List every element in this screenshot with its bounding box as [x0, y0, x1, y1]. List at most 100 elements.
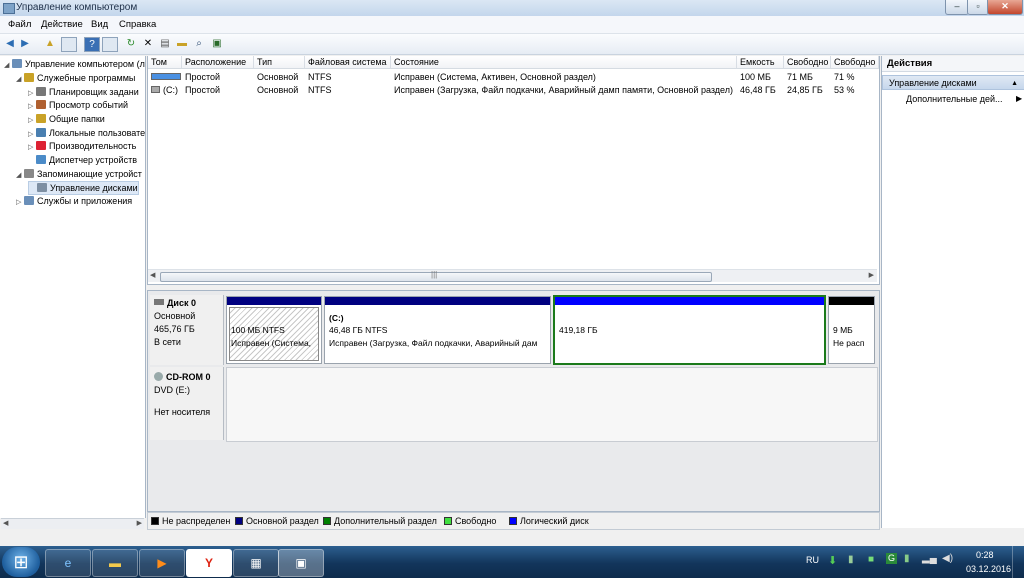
- show-desktop-button[interactable]: [1012, 546, 1024, 578]
- partition-status: Исправен (Система,: [231, 338, 312, 348]
- back-arrow-icon[interactable]: ◀: [3, 37, 17, 50]
- close-button[interactable]: ✕: [987, 0, 1023, 15]
- column-header[interactable]: Том: [148, 56, 182, 69]
- volume-icon: [151, 86, 160, 93]
- internet-explorer-icon[interactable]: e: [45, 549, 91, 577]
- explorer-folder-icon[interactable]: ▬: [92, 549, 138, 577]
- tree-item[interactable]: ▷ Планировщик задани: [28, 86, 139, 98]
- disk-0-type: Основной: [154, 311, 196, 321]
- forward-arrow-icon[interactable]: ▶: [18, 37, 32, 50]
- scroll-right-icon[interactable]: ▶: [869, 271, 874, 279]
- legend-item: Свободно: [444, 516, 496, 526]
- table-cell: Исправен (Система, Активен, Основной раз…: [394, 72, 596, 82]
- tree-item[interactable]: ▷ Производительность: [28, 140, 136, 152]
- network-signal-icon[interactable]: ▮: [848, 554, 854, 565]
- scroll-left-icon[interactable]: ◀: [3, 519, 8, 527]
- clock-date[interactable]: 03.12.2016: [966, 564, 1011, 574]
- tree-item-label: Службы и приложения: [37, 196, 133, 206]
- yandex-browser-icon[interactable]: Y: [186, 549, 232, 577]
- g-tray-icon[interactable]: G: [886, 553, 897, 564]
- expander-icon[interactable]: ◢: [16, 74, 24, 86]
- actions-header: Действия: [882, 56, 1024, 72]
- menu-file[interactable]: Файл: [8, 19, 31, 30]
- cdrom-empty-area: [226, 367, 878, 442]
- column-header[interactable]: Расположение: [182, 56, 254, 69]
- show-hide-tree-icon[interactable]: [61, 37, 77, 52]
- menu-view[interactable]: Вид: [91, 19, 108, 30]
- volume-icon[interactable]: ◀): [942, 553, 953, 564]
- tree-item-label: Общие папки: [49, 114, 105, 124]
- column-header[interactable]: Емкость: [737, 56, 784, 69]
- disk-icon[interactable]: ▣: [210, 37, 224, 50]
- media-player-icon[interactable]: ▶: [139, 549, 185, 577]
- tree-item[interactable]: ▷ Общие папки: [28, 113, 105, 125]
- tree-item[interactable]: ◢ Служебные программы: [16, 72, 135, 84]
- table-cell: 53 %: [834, 85, 855, 95]
- refresh-icon[interactable]: ↻: [124, 37, 138, 50]
- cdrom-status: Нет носителя: [154, 407, 211, 417]
- column-header[interactable]: Состояние: [391, 56, 737, 69]
- scrollbar-thumb[interactable]: |||: [160, 270, 712, 282]
- tree-item[interactable]: ▷ Просмотр событий: [28, 99, 128, 111]
- computer-management-task-icon[interactable]: ▣: [278, 549, 324, 577]
- volume-list-horizontal-scrollbar[interactable]: ◀ ||| ▶: [148, 269, 877, 282]
- tree-item[interactable]: Управление дисками: [28, 181, 139, 195]
- network-icon[interactable]: ▮: [904, 553, 910, 564]
- signal-bars-icon[interactable]: ▂▄: [922, 553, 937, 564]
- show-hide-action-pane-icon[interactable]: [102, 37, 118, 52]
- menu-help[interactable]: Справка: [119, 19, 156, 30]
- expander-icon[interactable]: ▷: [28, 142, 36, 154]
- tree-item[interactable]: ◢ Запоминающие устройст: [16, 168, 142, 180]
- minimize-button[interactable]: –: [945, 0, 969, 15]
- disk-0-info[interactable]: Диск 0 Основной 465,76 ГБ В сети: [150, 295, 224, 365]
- partition-c-drive[interactable]: (C:) 46,48 ГБ NTFS Исправен (Загрузка, Ф…: [324, 296, 551, 364]
- download-arrow-icon[interactable]: ⬇: [828, 554, 837, 567]
- disk-map: Диск 0 Основной 465,76 ГБ В сети 100 МБ …: [147, 290, 880, 512]
- tree-node-icon: [36, 100, 46, 109]
- help-icon[interactable]: ?: [84, 37, 100, 52]
- column-header[interactable]: Тип: [254, 56, 305, 69]
- more-actions-item[interactable]: Дополнительные дей... ▶: [906, 94, 1022, 104]
- tree-node-icon: [36, 141, 46, 150]
- legend-swatch: [509, 517, 517, 525]
- control-panel-icon[interactable]: ▦: [233, 549, 279, 577]
- table-cell: Основной: [257, 72, 299, 82]
- partition-size: 46,48 ГБ NTFS: [329, 325, 388, 335]
- column-header[interactable]: Файловая система: [305, 56, 391, 69]
- up-folder-icon[interactable]: ▲: [43, 37, 57, 50]
- tree-item[interactable]: ▷ Локальные пользовате: [28, 127, 145, 139]
- hard-disk-icon: [154, 299, 164, 305]
- start-button[interactable]: ⊞: [2, 547, 40, 577]
- table-cell: Простой: [185, 72, 221, 82]
- scroll-left-icon[interactable]: ◀: [150, 271, 155, 279]
- expander-icon[interactable]: ◢: [4, 60, 12, 72]
- maximize-button[interactable]: ▫: [967, 0, 989, 15]
- expander-icon[interactable]: ▷: [28, 115, 36, 127]
- partition-unallocated[interactable]: 9 МБ Не расп: [828, 296, 875, 364]
- partition-size: 100 МБ NTFS: [231, 325, 285, 335]
- properties-icon[interactable]: ▤: [158, 37, 172, 50]
- expander-icon[interactable]: ◢: [16, 170, 24, 182]
- actions-section-disk-management[interactable]: Управление дисками ▲: [882, 75, 1024, 90]
- expander-icon[interactable]: ▷: [28, 101, 36, 113]
- legend-item: Основной раздел: [235, 516, 319, 526]
- clock-time[interactable]: 0:28: [976, 550, 994, 560]
- menu-action[interactable]: Действие: [41, 19, 83, 30]
- tray-app-icon[interactable]: ■: [868, 554, 874, 565]
- cdrom-0-info[interactable]: CD-ROM 0 DVD (E:) Нет носителя: [150, 367, 224, 440]
- partition-logical-drive[interactable]: 419,18 ГБ: [553, 295, 826, 365]
- open-folder-icon[interactable]: ▬: [175, 37, 189, 50]
- tree-item[interactable]: ▷ Службы и приложения: [16, 195, 132, 207]
- delete-icon[interactable]: ✕: [141, 37, 155, 50]
- partition-system-reserved[interactable]: 100 МБ NTFS Исправен (Система,: [226, 296, 322, 364]
- collapse-icon[interactable]: ▲: [1011, 76, 1018, 91]
- expander-icon[interactable]: ▷: [16, 197, 24, 209]
- tree-item[interactable]: Диспетчер устройств: [28, 154, 137, 166]
- column-header[interactable]: Свободно: [784, 56, 831, 69]
- column-header[interactable]: Свободно: [831, 56, 879, 69]
- tree-item[interactable]: ◢ Управление компьютером (л: [4, 58, 145, 70]
- tree-horizontal-scrollbar[interactable]: ◀ ▶: [1, 518, 144, 529]
- scroll-right-icon[interactable]: ▶: [137, 519, 142, 527]
- search-icon[interactable]: ⌕: [192, 37, 206, 50]
- language-indicator[interactable]: RU: [806, 555, 819, 565]
